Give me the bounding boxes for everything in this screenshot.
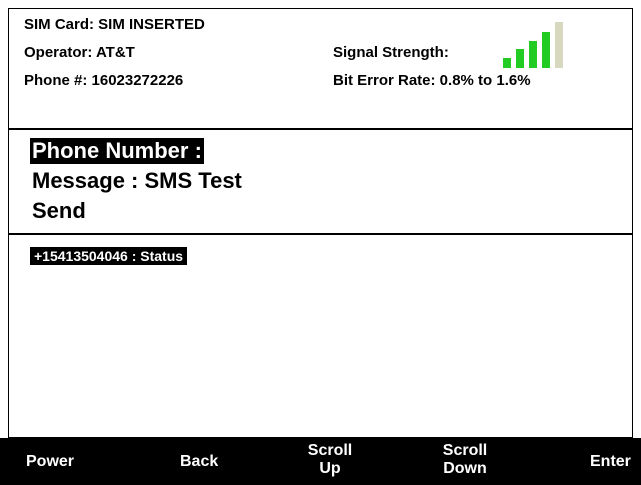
signal-bar bbox=[555, 22, 563, 68]
message-list-item[interactable]: +15413504046 : Status bbox=[30, 247, 188, 265]
enter-softkey[interactable]: Enter bbox=[590, 453, 631, 471]
sms-screen: SIM Card: SIM INSERTED Operator: AT&T Ph… bbox=[0, 0, 641, 485]
phone-number-display: Phone #: 16023272226 bbox=[24, 72, 184, 89]
scroll-up-line1: Scroll bbox=[307, 442, 353, 459]
signal-strength-label: Signal Strength: bbox=[333, 44, 449, 61]
softkey-bar: Power Back Scroll Up Scroll Down Enter bbox=[0, 438, 641, 485]
signal-bar bbox=[516, 49, 524, 68]
scroll-down-line2: Down bbox=[443, 460, 487, 477]
signal-bar bbox=[529, 41, 537, 68]
menu-item-message[interactable]: Message : SMS Test bbox=[32, 168, 242, 194]
scroll-up-softkey[interactable]: Scroll Up bbox=[300, 442, 360, 478]
bit-error-rate: Bit Error Rate: 0.8% to 1.6% bbox=[333, 72, 531, 89]
back-softkey[interactable]: Back bbox=[180, 453, 218, 471]
signal-bar bbox=[542, 32, 550, 68]
menu-item-phone-number[interactable]: Phone Number : bbox=[30, 138, 204, 164]
signal-bar bbox=[503, 58, 511, 68]
operator-label: Operator: AT&T bbox=[24, 44, 135, 61]
sim-card-status: SIM Card: SIM INSERTED bbox=[24, 16, 205, 33]
scroll-down-softkey[interactable]: Scroll Down bbox=[435, 442, 495, 478]
menu-item-send[interactable]: Send bbox=[32, 198, 86, 224]
power-softkey[interactable]: Power bbox=[26, 453, 74, 471]
signal-strength-icon bbox=[503, 22, 573, 68]
scroll-down-line1: Scroll bbox=[442, 442, 488, 459]
scroll-up-line2: Up bbox=[319, 460, 341, 477]
